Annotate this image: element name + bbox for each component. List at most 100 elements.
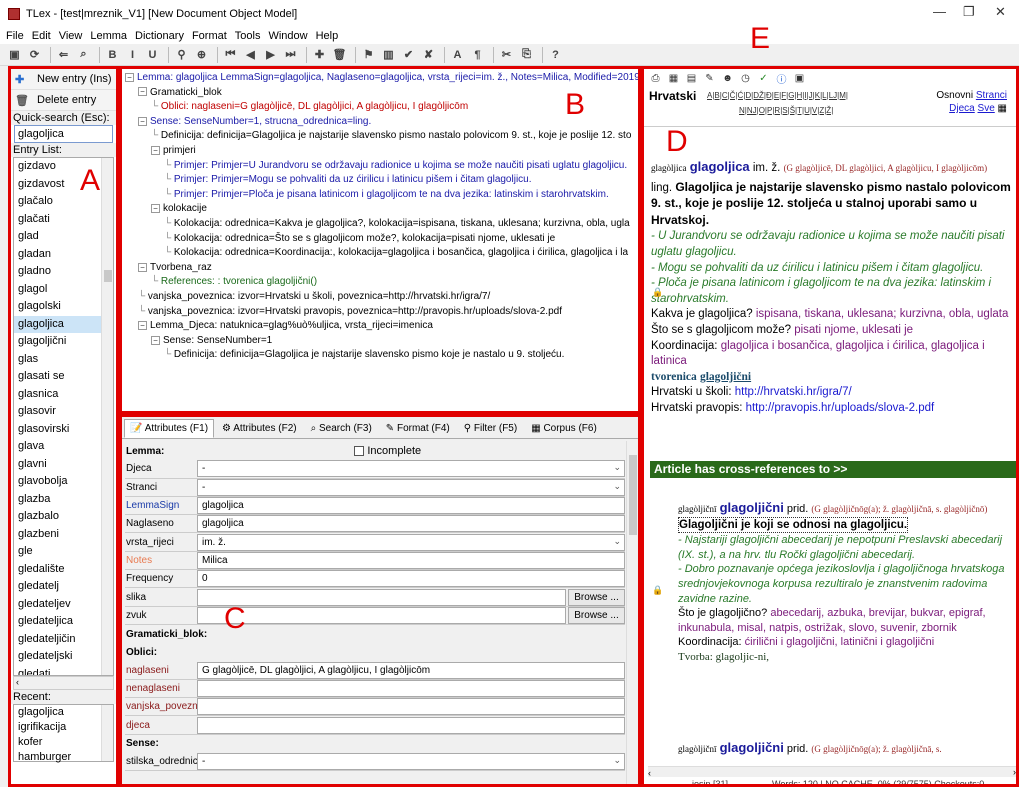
tree-node[interactable]: − Tvorbena_raz: [125, 261, 638, 276]
chevron-down-icon[interactable]: ⌄: [613, 462, 621, 473]
tab-1[interactable]: 📝 Attributes (F1): [124, 419, 215, 438]
attr-value-stilska_odrednica[interactable]: - ⌄: [197, 753, 625, 771]
tree-node[interactable]: − Lemma: glagoljica LemmaSign=glagoljica,…: [125, 71, 638, 86]
menu-file[interactable]: File: [6, 30, 24, 42]
tree-node[interactable]: − primjeri: [125, 144, 638, 159]
entry-list-item[interactable]: gledatelj: [14, 578, 113, 596]
chart-icon[interactable]: ▥: [380, 47, 397, 63]
chevron-down-icon[interactable]: ⌄: [613, 536, 621, 547]
new-entry-button[interactable]: ✚ New entry (Ins): [11, 69, 116, 90]
menu-view[interactable]: View: [59, 30, 83, 42]
entry-list-item[interactable]: glagolski: [14, 298, 113, 316]
delete-icon[interactable]: 🗑: [331, 47, 348, 63]
print-icon[interactable]: ⎙: [649, 72, 662, 85]
attr-value-naglaseno[interactable]: glagoljica: [197, 515, 625, 533]
nav-next-icon[interactable]: ▶: [262, 47, 279, 63]
italic-icon[interactable]: I: [124, 47, 141, 63]
entry-list-scrollbar[interactable]: [101, 158, 113, 675]
help-icon[interactable]: ?: [547, 47, 564, 63]
tree-node[interactable]: └ Kolokacija: odrednica=Kakva je glagolj…: [125, 217, 638, 232]
link-djeca[interactable]: Djeca: [949, 103, 975, 114]
browse-button[interactable]: Browse ...: [568, 588, 625, 606]
check-icon[interactable]: ✔: [400, 47, 417, 63]
attr-value-lemmasign[interactable]: glagoljica: [197, 497, 625, 515]
browse-button[interactable]: Browse ...: [568, 606, 625, 624]
tree-node[interactable]: − Sense: SenseNumber=1: [125, 334, 638, 349]
entry-list-item[interactable]: glasovir: [14, 403, 113, 421]
people-icon[interactable]: ☻: [721, 72, 734, 85]
attributes-scrollbar[interactable]: [626, 441, 638, 784]
incomplete-checkbox[interactable]: Incomplete: [354, 445, 421, 457]
nav-prev-icon[interactable]: ◀: [242, 47, 259, 63]
tree-node[interactable]: └ vanjska_poveznica: izvor=Hrvatski prav…: [125, 305, 638, 320]
save-icon[interactable]: ▣: [6, 47, 23, 63]
entry-list[interactable]: gizdavo gizdavost glačalo glačati glad gladan…: [13, 157, 114, 676]
menu-help[interactable]: Help: [316, 30, 339, 42]
menu-window[interactable]: Window: [268, 30, 307, 42]
tree-node[interactable]: └ Primjer: Primjer=Mogu se pohvaliti da …: [125, 173, 638, 188]
attr-value-djeca[interactable]: - ⌄: [197, 460, 625, 478]
binoculars-icon[interactable]: ⚲: [173, 47, 190, 63]
menu-tools[interactable]: Tools: [235, 30, 261, 42]
nav-last-icon[interactable]: ⏭: [282, 47, 299, 63]
entry-list-item[interactable]: glačati: [14, 211, 113, 229]
entry-list-item[interactable]: gledateljski: [14, 648, 113, 666]
entry-list-item[interactable]: glagoljični: [14, 333, 113, 351]
delete-entry-button[interactable]: 🗑 Delete entry: [11, 90, 116, 111]
add-icon[interactable]: ✚: [311, 47, 328, 63]
lemma-tree[interactable]: − Lemma: glagoljica LemmaSign=glagoljica,…: [125, 71, 638, 363]
tree-node[interactable]: └ Kolokacija: odrednica=Što se s glagolj…: [125, 232, 638, 247]
minimize-button[interactable]: —: [933, 4, 946, 19]
tree-node[interactable]: └ Kolokacija: odrednica=Koordinacija:, k…: [125, 246, 638, 261]
cut-icon[interactable]: ✂: [498, 47, 515, 63]
entry-list-hscroll[interactable]: ‹: [13, 676, 114, 690]
close-button[interactable]: ✕: [995, 4, 1006, 20]
attr-value-vanjska_poveznic[interactable]: [197, 698, 625, 716]
attr-value-vrsta_rijeci[interactable]: im. ž. ⌄: [197, 533, 625, 551]
image-icon[interactable]: ▣: [793, 72, 806, 85]
entry-list-item[interactable]: gledateljica: [14, 613, 113, 631]
entry-list-item[interactable]: glasati se: [14, 368, 113, 386]
entry-list-item[interactable]: glasovirski: [14, 421, 113, 439]
chevron-down-icon[interactable]: ⌄: [613, 755, 621, 766]
recent-scrollbar[interactable]: [101, 705, 113, 761]
nav-first-icon[interactable]: ⏮: [222, 47, 239, 63]
entry-list-item[interactable]: gledati: [14, 666, 113, 676]
tree-node[interactable]: └ Definicija: definicija=Glagoljica je n…: [125, 129, 638, 144]
quick-search-input[interactable]: glagoljica: [14, 125, 113, 143]
copy-icon[interactable]: ⎘: [518, 47, 535, 63]
tree-node[interactable]: └ Primjer: Primjer=U Jurandvoru se održa…: [125, 159, 638, 174]
tree-node[interactable]: − Sense: SenseNumber=1, strucna_odrednica…: [125, 115, 638, 130]
attr-value-frequency[interactable]: 0: [197, 570, 625, 588]
entry-list-item[interactable]: gledateljev: [14, 596, 113, 614]
attr-value-djeca[interactable]: [197, 716, 625, 734]
tree-node[interactable]: └ References: : tvorenica glagoljični(): [125, 275, 638, 290]
book-icon[interactable]: ▤: [685, 72, 698, 85]
tree-toggle-icon[interactable]: −: [151, 204, 160, 214]
tab-2[interactable]: ⚙ Attributes (F2): [216, 419, 303, 438]
link-stranci[interactable]: Stranci: [976, 90, 1007, 101]
tab-4[interactable]: ✎ Format (F4): [380, 419, 456, 438]
recent-list-item[interactable]: kofer: [14, 735, 113, 750]
preview-hscroll[interactable]: ‹ ›: [648, 766, 1016, 778]
tree-node[interactable]: − kolokacije: [125, 202, 638, 217]
menu-lemma[interactable]: Lemma: [90, 30, 127, 42]
tree-node[interactable]: − Gramaticki_blok: [125, 86, 638, 101]
recent-list-item[interactable]: glagoljica: [14, 705, 113, 720]
delete-x-icon[interactable]: ✘: [420, 47, 437, 63]
tree-toggle-icon[interactable]: −: [138, 87, 147, 97]
tree-node[interactable]: − Lemma_Djeca: natuknica=glag%uò%uljica, …: [125, 319, 638, 334]
grid-small-icon[interactable]: ▦: [998, 103, 1007, 114]
back-icon[interactable]: ⇐: [55, 47, 72, 63]
tree-toggle-icon[interactable]: −: [151, 145, 160, 155]
menu-dictionary[interactable]: Dictionary: [135, 30, 184, 42]
tree-toggle-icon[interactable]: −: [151, 335, 160, 345]
link-sve[interactable]: Sve: [978, 103, 995, 114]
tab-6[interactable]: ▦ Corpus (F6): [525, 419, 603, 438]
edit-icon[interactable]: ✎: [703, 72, 716, 85]
chevron-down-icon[interactable]: ⌄: [613, 481, 621, 492]
menu-edit[interactable]: Edit: [32, 30, 51, 42]
tab-5[interactable]: ⚲ Filter (F5): [458, 419, 523, 438]
entry-list-item[interactable]: gladno: [14, 263, 113, 281]
check-icon[interactable]: ✓: [757, 72, 770, 85]
